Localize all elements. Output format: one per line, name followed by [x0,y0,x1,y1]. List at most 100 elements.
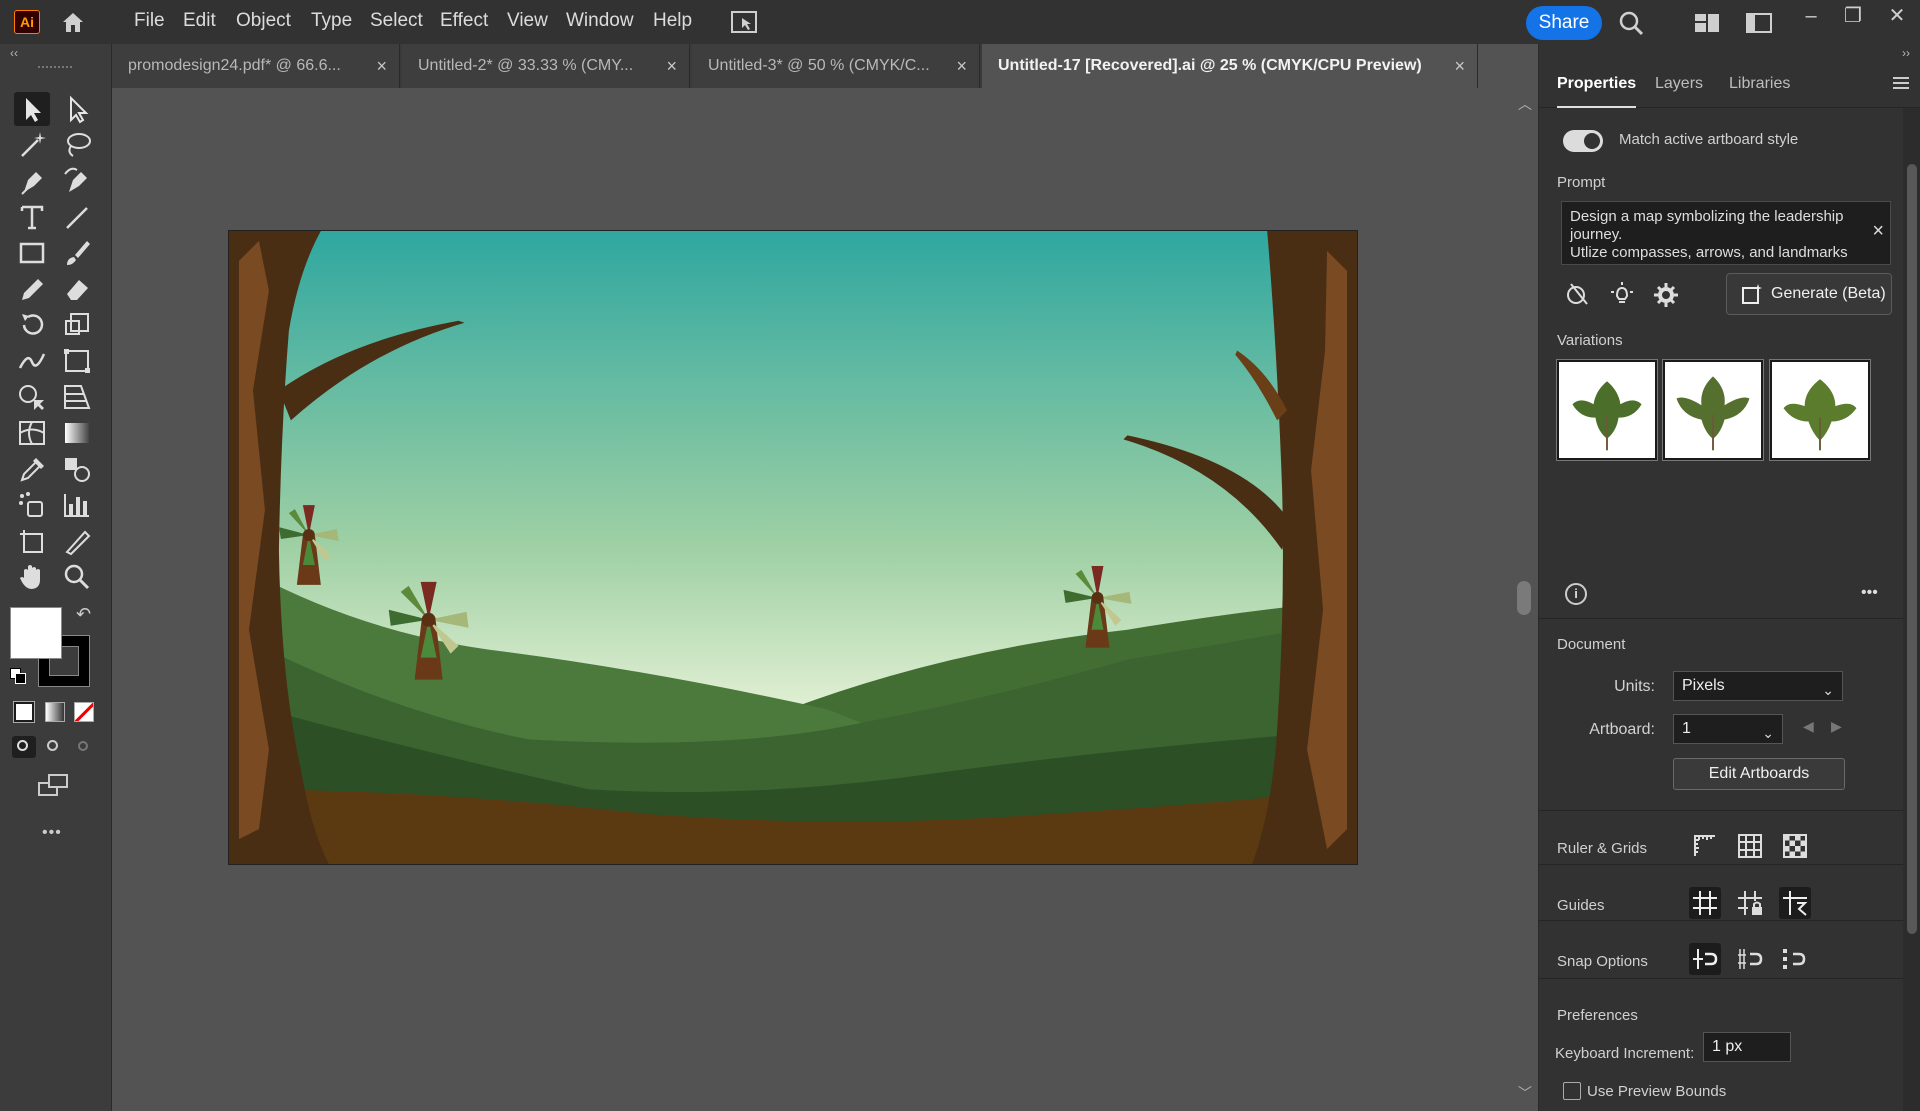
tab-untitled-17[interactable]: Untitled-17 [Recovered].ai @ 25 % (CMYK/… [982,44,1478,88]
gradient-tool-icon[interactable] [59,416,95,450]
rotate-tool-icon[interactable] [14,308,50,342]
artboard-dropdown[interactable]: 1 ⌄ [1673,714,1783,744]
gradient-mode-icon[interactable] [45,702,65,722]
mesh-tool-icon[interactable] [14,416,50,450]
scroll-up-icon[interactable]: ︿ [1518,94,1532,114]
rectangle-tool-icon[interactable] [14,236,50,270]
minimize-icon[interactable]: – [1796,2,1826,30]
show-guides-icon[interactable] [1689,887,1721,919]
menu-type[interactable]: Type [311,0,352,44]
panel-menu-icon[interactable] [1892,76,1910,90]
match-artboard-style-toggle[interactable] [1563,130,1603,152]
menu-file[interactable]: File [134,0,165,44]
menu-help[interactable]: Help [653,0,692,44]
perspective-grid-tool-icon[interactable] [59,380,95,414]
slice-tool-icon[interactable] [59,524,95,558]
panel-scrollbar[interactable] [1903,108,1920,1111]
artboard[interactable] [228,230,1358,865]
tab-untitled-3[interactable]: Untitled-3* @ 50 % (CMYK/C... × [692,44,980,88]
menu-window[interactable]: Window [566,0,634,44]
paintbrush-tool-icon[interactable] [59,236,95,270]
variation-thumbnail-1[interactable] [1556,359,1658,461]
menu-effect[interactable]: Effect [440,0,488,44]
generate-button[interactable]: Generate (Beta) [1726,273,1892,315]
smart-guides-icon[interactable] [1779,887,1811,919]
blend-tool-icon[interactable] [59,452,95,486]
arrange-documents-icon[interactable] [730,10,758,34]
grid-icon[interactable] [1734,830,1766,862]
collapse-panel-icon[interactable]: ›› [1902,46,1910,60]
curvature-tool-icon[interactable] [59,164,95,198]
panel-scrollbar-thumb[interactable] [1907,164,1917,934]
share-button[interactable]: Share [1526,6,1602,40]
scroll-down-icon[interactable]: ﹀ [1518,1083,1532,1103]
none-mode-icon[interactable] [74,702,94,722]
snap-to-pixel-icon[interactable] [1779,943,1811,975]
search-icon[interactable] [1618,10,1644,36]
edit-toolbar-more-icon[interactable]: ••• [42,824,62,842]
info-icon[interactable]: i [1565,583,1587,605]
use-preview-bounds-checkbox[interactable] [1563,1082,1581,1100]
scale-tool-icon[interactable] [59,308,95,342]
hand-tool-icon[interactable] [14,560,50,594]
variation-thumbnail-3[interactable] [1769,359,1871,461]
tab-close-icon[interactable]: × [376,44,387,88]
units-dropdown[interactable]: Pixels ⌄ [1673,671,1843,701]
lasso-tool-icon[interactable] [59,128,95,162]
column-graph-tool-icon[interactable] [59,488,95,522]
fill-swatch[interactable] [10,607,62,659]
draw-inside-icon[interactable] [72,736,96,758]
menu-object[interactable]: Object [236,0,291,44]
snap-to-grid-icon[interactable] [1734,943,1766,975]
tab-promodesign24[interactable]: promodesign24.pdf* @ 66.6... × [112,44,400,88]
magic-wand-tool-icon[interactable] [14,128,50,162]
rulers-icon[interactable] [1689,830,1721,862]
default-fill-stroke-icon[interactable] [10,668,26,684]
collapse-toolbar-icon[interactable]: ‹‹ [10,46,18,60]
pen-tool-icon[interactable] [14,164,50,198]
style-picker-icon[interactable] [1563,280,1593,310]
prompt-suggestions-icon[interactable] [1607,280,1637,310]
direct-selection-tool-icon[interactable] [59,92,95,126]
symbol-sprayer-tool-icon[interactable] [14,488,50,522]
line-segment-tool-icon[interactable] [59,200,95,234]
shape-builder-tool-icon[interactable] [14,380,50,414]
edit-artboards-button[interactable]: Edit Artboards [1673,758,1845,790]
variation-thumbnail-2[interactable] [1662,359,1764,461]
zoom-tool-icon[interactable] [59,560,95,594]
tab-properties[interactable]: Properties [1557,62,1637,108]
snap-to-point-icon[interactable] [1689,943,1721,975]
menu-edit[interactable]: Edit [183,0,216,44]
workspace-switcher-icon[interactable] [1694,12,1720,34]
tab-close-icon[interactable]: × [956,44,967,88]
previous-artboard-icon[interactable]: ◀ [1803,718,1814,735]
draw-normal-icon[interactable] [12,736,36,758]
keyboard-increment-input[interactable]: 1 px [1703,1032,1791,1062]
selection-tool-icon[interactable] [14,92,50,126]
pencil-tool-icon[interactable] [14,272,50,306]
color-mode-icon[interactable] [13,701,35,723]
width-tool-icon[interactable] [14,344,50,378]
home-icon[interactable] [60,10,86,34]
panels-icon[interactable] [1746,12,1772,34]
swap-fill-stroke-icon[interactable]: ↶ [76,604,91,625]
more-options-icon[interactable]: ••• [1861,584,1878,602]
tab-layers[interactable]: Layers [1655,62,1703,108]
toolbar-grip[interactable] [38,66,72,70]
draw-behind-icon[interactable] [42,736,66,758]
eyedropper-tool-icon[interactable] [14,452,50,486]
clear-prompt-icon[interactable]: × [1872,221,1884,241]
change-screen-mode-icon[interactable] [38,774,70,798]
prompt-input[interactable]: Design a map symbolizing the leadership … [1561,201,1891,265]
close-icon[interactable]: ✕ [1882,2,1912,30]
artboard-tool-icon[interactable] [14,524,50,558]
canvas-vertical-scrollbar[interactable]: ︿ ﹀ [1512,88,1538,1111]
free-transform-tool-icon[interactable] [59,344,95,378]
tab-close-icon[interactable]: × [1454,44,1465,88]
next-artboard-icon[interactable]: ▶ [1831,718,1842,735]
menu-select[interactable]: Select [370,0,423,44]
restore-icon[interactable]: ❐ [1838,2,1868,30]
tab-close-icon[interactable]: × [666,44,677,88]
scrollbar-thumb[interactable] [1517,581,1531,615]
transparency-grid-icon[interactable] [1779,830,1811,862]
